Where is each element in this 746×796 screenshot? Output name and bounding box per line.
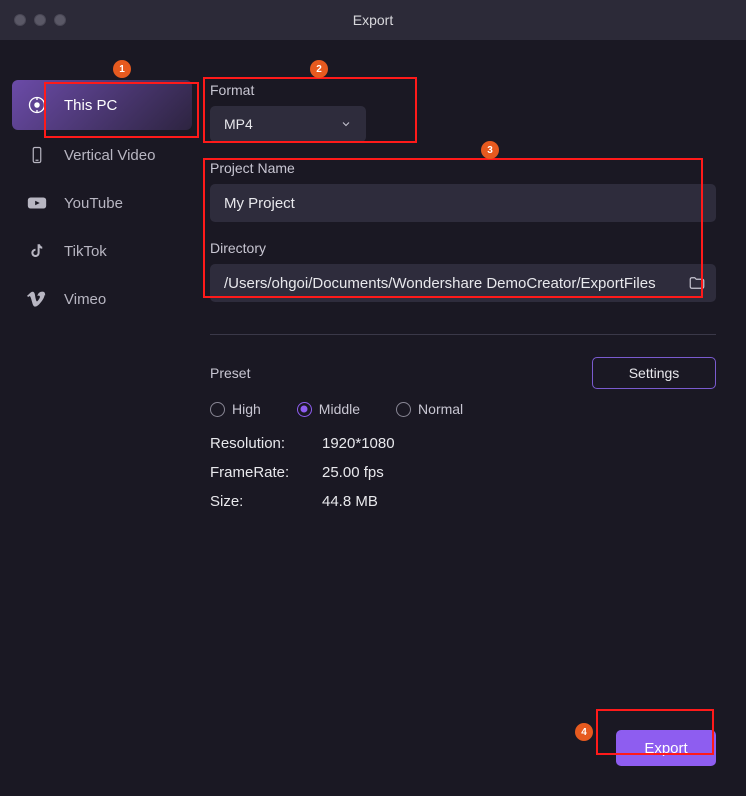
page-title: Export <box>0 12 746 28</box>
format-dropdown[interactable]: MP4 <box>210 106 366 142</box>
close-window-icon[interactable] <box>14 14 26 26</box>
youtube-icon <box>26 192 48 214</box>
size-value: 44.8 MB <box>322 493 378 510</box>
framerate-row: FrameRate: 25.00 fps <box>210 464 716 481</box>
main-panel: Format MP4 Project Name Directory Preset… <box>200 40 746 796</box>
preset-label: Preset <box>210 365 250 381</box>
chevron-down-icon <box>340 118 352 130</box>
divider <box>210 334 716 335</box>
sidebar: This PC Vertical Video YouTube TikTok Vi… <box>0 40 200 796</box>
directory-input[interactable] <box>210 264 688 302</box>
sidebar-item-label: This PC <box>64 97 117 114</box>
radio-label: High <box>232 401 261 417</box>
framerate-value: 25.00 fps <box>322 464 384 481</box>
sidebar-item-label: Vimeo <box>64 291 106 308</box>
format-group: Format MP4 <box>210 82 716 142</box>
folder-icon[interactable] <box>688 274 706 292</box>
preset-options: High Middle Normal <box>210 401 716 417</box>
preset-option-normal[interactable]: Normal <box>396 401 463 417</box>
resolution-value: 1920*1080 <box>322 435 395 452</box>
project-name-label: Project Name <box>210 160 716 176</box>
settings-button[interactable]: Settings <box>592 357 716 389</box>
resolution-label: Resolution: <box>210 435 322 452</box>
preset-option-high[interactable]: High <box>210 401 261 417</box>
export-button[interactable]: Export <box>616 730 716 766</box>
radio-label: Normal <box>418 401 463 417</box>
disk-icon <box>26 94 48 116</box>
sidebar-item-youtube[interactable]: YouTube <box>0 180 200 226</box>
sidebar-item-label: TikTok <box>64 243 107 260</box>
sidebar-item-this-pc[interactable]: This PC <box>12 80 192 130</box>
maximize-window-icon[interactable] <box>54 14 66 26</box>
window-controls <box>0 14 66 26</box>
format-value: MP4 <box>224 116 253 132</box>
tiktok-icon <box>26 240 48 262</box>
minimize-window-icon[interactable] <box>34 14 46 26</box>
framerate-label: FrameRate: <box>210 464 322 481</box>
project-name-input[interactable] <box>210 184 716 222</box>
directory-group: Directory <box>210 240 716 302</box>
sidebar-item-vertical-video[interactable]: Vertical Video <box>0 132 200 178</box>
titlebar: Export <box>0 0 746 40</box>
format-label: Format <box>210 82 716 98</box>
vimeo-icon <box>26 288 48 310</box>
sidebar-item-vimeo[interactable]: Vimeo <box>0 276 200 322</box>
preset-row: Preset Settings <box>210 357 716 389</box>
directory-label: Directory <box>210 240 716 256</box>
size-label: Size: <box>210 493 322 510</box>
sidebar-item-label: YouTube <box>64 195 123 212</box>
resolution-row: Resolution: 1920*1080 <box>210 435 716 452</box>
preset-option-middle[interactable]: Middle <box>297 401 360 417</box>
radio-icon <box>297 402 312 417</box>
radio-icon <box>396 402 411 417</box>
radio-label: Middle <box>319 401 360 417</box>
radio-icon <box>210 402 225 417</box>
size-row: Size: 44.8 MB <box>210 493 716 510</box>
sidebar-item-tiktok[interactable]: TikTok <box>0 228 200 274</box>
sidebar-item-label: Vertical Video <box>64 147 155 164</box>
project-name-group: Project Name <box>210 160 716 222</box>
phone-icon <box>26 144 48 166</box>
